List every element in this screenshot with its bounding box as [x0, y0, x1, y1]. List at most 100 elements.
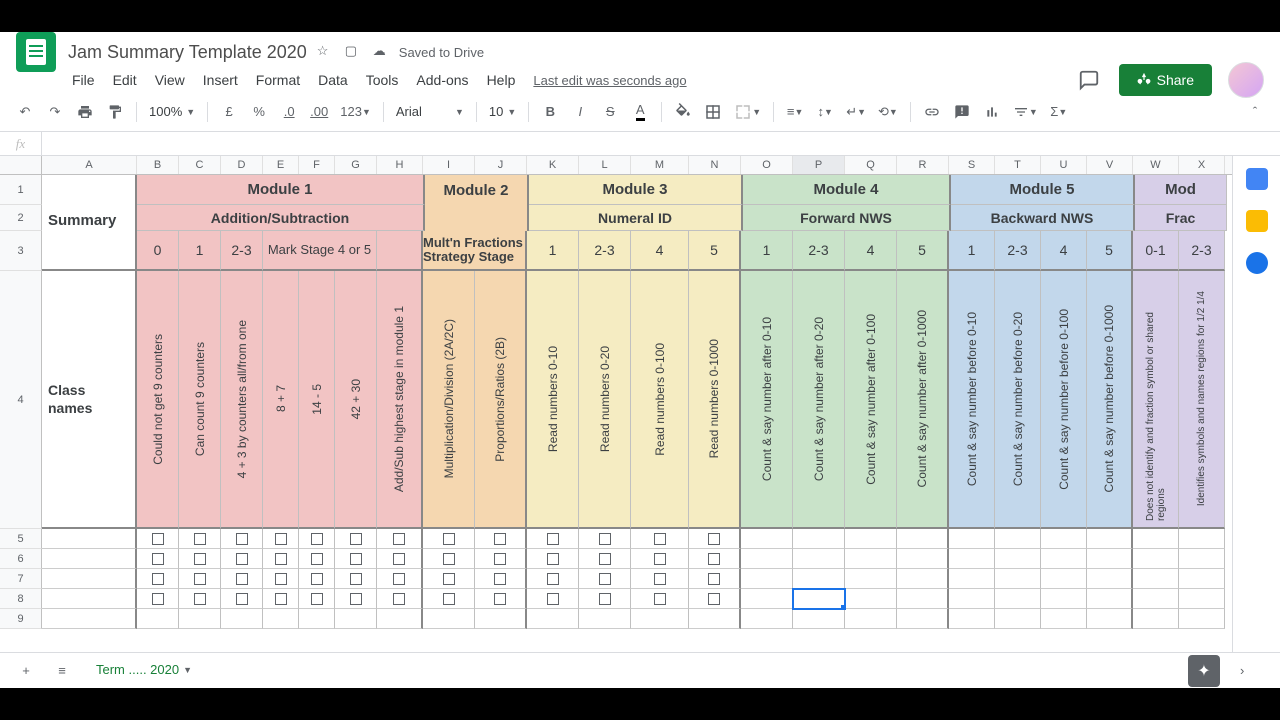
- cell-C9[interactable]: [179, 609, 221, 629]
- comment-button[interactable]: [949, 99, 975, 125]
- cell-C3[interactable]: 1: [179, 231, 221, 271]
- col-head-W[interactable]: W: [1133, 156, 1179, 174]
- cell-D9[interactable]: [221, 609, 263, 629]
- text-color-button[interactable]: A: [627, 99, 653, 125]
- cell-T3[interactable]: 2-3: [995, 231, 1041, 271]
- checkbox-D5[interactable]: [236, 533, 248, 545]
- cell-C6[interactable]: [179, 549, 221, 569]
- cell-J6[interactable]: [475, 549, 527, 569]
- checkbox-I8[interactable]: [443, 593, 455, 605]
- col-head-J[interactable]: J: [475, 156, 527, 174]
- cell-M3[interactable]: 4: [631, 231, 689, 271]
- cell-V3[interactable]: 5: [1087, 231, 1133, 271]
- cell-module5-title[interactable]: Module 5: [951, 175, 1135, 205]
- menu-insert[interactable]: Insert: [195, 68, 246, 92]
- cell-M7[interactable]: [631, 569, 689, 589]
- cell-D7[interactable]: [221, 569, 263, 589]
- italic-button[interactable]: I: [567, 99, 593, 125]
- col-head-F[interactable]: F: [299, 156, 335, 174]
- sheet-tab[interactable]: Term ..... 2020 ▼: [84, 656, 204, 685]
- undo-button[interactable]: ↶: [12, 99, 38, 125]
- cell-J7[interactable]: [475, 569, 527, 589]
- cell-U7[interactable]: [1041, 569, 1087, 589]
- cell-X3[interactable]: 2-3: [1179, 231, 1225, 271]
- expand-side-panel[interactable]: ›: [1240, 663, 1268, 678]
- cell-module3-sub[interactable]: Numeral ID: [529, 205, 743, 231]
- checkbox-C7[interactable]: [194, 573, 206, 585]
- col-head-H[interactable]: H: [377, 156, 423, 174]
- cell-R7[interactable]: [897, 569, 949, 589]
- chart-button[interactable]: [979, 99, 1005, 125]
- font-select[interactable]: Arial ▼: [392, 102, 468, 121]
- sheets-logo[interactable]: [16, 32, 56, 72]
- cell-B4[interactable]: Could not get 9 counters: [137, 271, 179, 529]
- cell-T6[interactable]: [995, 549, 1041, 569]
- cell-X4[interactable]: Identifies symbols and names regions for…: [1179, 271, 1225, 529]
- checkbox-M7[interactable]: [654, 573, 666, 585]
- checkbox-H6[interactable]: [393, 553, 405, 565]
- cell-S4[interactable]: Count & say number before 0-10: [949, 271, 995, 529]
- cell-E8[interactable]: [263, 589, 299, 609]
- cell-J5[interactable]: [475, 529, 527, 549]
- checkbox-E8[interactable]: [275, 593, 287, 605]
- filter-button[interactable]: ▼: [1009, 99, 1042, 125]
- row-head-3[interactable]: 3: [0, 231, 42, 271]
- checkbox-N6[interactable]: [708, 553, 720, 565]
- cell-T7[interactable]: [995, 569, 1041, 589]
- borders-button[interactable]: [700, 99, 726, 125]
- cell-P8[interactable]: [793, 589, 845, 609]
- cell-module4-title[interactable]: Module 4: [743, 175, 951, 205]
- cell-S6[interactable]: [949, 549, 995, 569]
- cell-class-names[interactable]: Class names: [42, 271, 137, 529]
- col-head-R[interactable]: R: [897, 156, 949, 174]
- cell-Q6[interactable]: [845, 549, 897, 569]
- cell-B6[interactable]: [137, 549, 179, 569]
- cell-R5[interactable]: [897, 529, 949, 549]
- checkbox-J6[interactable]: [494, 553, 506, 565]
- cell-F6[interactable]: [299, 549, 335, 569]
- cell-E6[interactable]: [263, 549, 299, 569]
- checkbox-L8[interactable]: [599, 593, 611, 605]
- cell-mark-stage[interactable]: Mark Stage 4 or 5: [263, 231, 377, 271]
- cell-L6[interactable]: [579, 549, 631, 569]
- cell-R8[interactable]: [897, 589, 949, 609]
- checkbox-N5[interactable]: [708, 533, 720, 545]
- cell-O7[interactable]: [741, 569, 793, 589]
- cell-module5-sub[interactable]: Backward NWS: [951, 205, 1135, 231]
- cell-Q3[interactable]: 4: [845, 231, 897, 271]
- cell-M4[interactable]: Read numbers 0-100: [631, 271, 689, 529]
- calendar-icon[interactable]: [1246, 168, 1268, 190]
- col-head-B[interactable]: B: [137, 156, 179, 174]
- cell-O9[interactable]: [741, 609, 793, 629]
- cell-I7[interactable]: [423, 569, 475, 589]
- cell-N9[interactable]: [689, 609, 741, 629]
- col-head-K[interactable]: K: [527, 156, 579, 174]
- cell-C8[interactable]: [179, 589, 221, 609]
- cell-K4[interactable]: Read numbers 0-10: [527, 271, 579, 529]
- checkbox-N7[interactable]: [708, 573, 720, 585]
- checkbox-B5[interactable]: [152, 533, 164, 545]
- checkbox-H5[interactable]: [393, 533, 405, 545]
- cell-K3[interactable]: 1: [527, 231, 579, 271]
- checkbox-K6[interactable]: [547, 553, 559, 565]
- cell-V5[interactable]: [1087, 529, 1133, 549]
- checkbox-C8[interactable]: [194, 593, 206, 605]
- cell-B5[interactable]: [137, 529, 179, 549]
- formula-input[interactable]: [42, 132, 1280, 155]
- checkbox-D6[interactable]: [236, 553, 248, 565]
- cell-U4[interactable]: Count & say number before 0-100: [1041, 271, 1087, 529]
- rotate-button[interactable]: ⟲▼: [874, 99, 902, 125]
- cell-C5[interactable]: [179, 529, 221, 549]
- cell-X8[interactable]: [1179, 589, 1225, 609]
- cell-M9[interactable]: [631, 609, 689, 629]
- cell-Q7[interactable]: [845, 569, 897, 589]
- number-format-button[interactable]: 123▼: [336, 99, 375, 125]
- cell-module1-sub[interactable]: Addition/Subtraction: [137, 205, 425, 231]
- cell-module3-title[interactable]: Module 3: [529, 175, 743, 205]
- cell-H8[interactable]: [377, 589, 423, 609]
- cell-I4[interactable]: Multiplication/Division (2A/2C): [423, 271, 475, 529]
- cell-J9[interactable]: [475, 609, 527, 629]
- cell-U6[interactable]: [1041, 549, 1087, 569]
- add-sheet-button[interactable]: +: [12, 657, 40, 685]
- col-head-C[interactable]: C: [179, 156, 221, 174]
